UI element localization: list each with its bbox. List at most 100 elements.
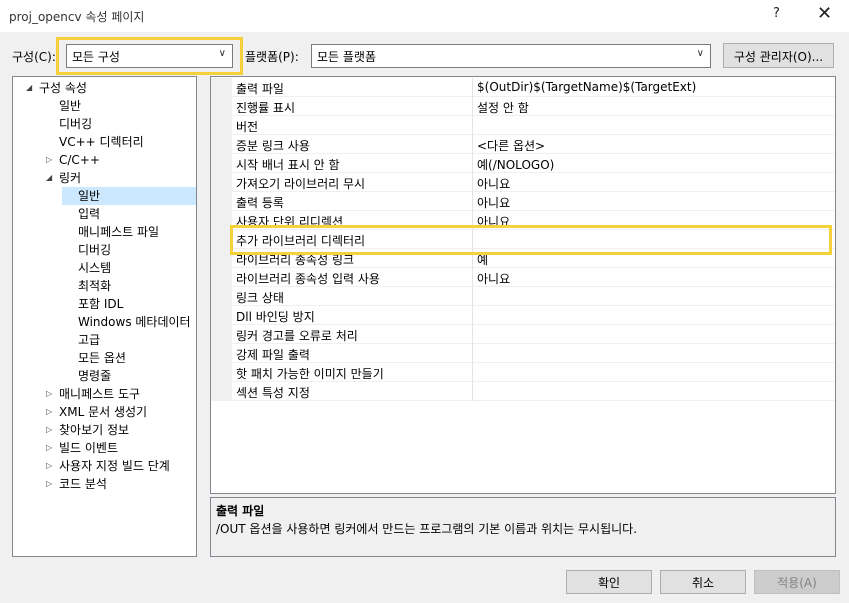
description-panel: 출력 파일 /OUT 옵션을 사용하면 링커에서 만드는 프로그램의 기본 이름… <box>210 497 836 557</box>
property-value[interactable]: 설정 안 함 <box>477 99 529 116</box>
expanded-arrow-icon[interactable]: ◢ <box>26 79 32 97</box>
property-grid[interactable]: 출력 파일 $(OutDir)$(TargetName)$(TargetExt) 진… <box>210 76 836 494</box>
property-row[interactable]: 가져오기 라이브러리 무시 아니요 <box>211 173 835 192</box>
property-row[interactable]: 링커 경고를 오류로 처리 <box>211 325 835 344</box>
property-row[interactable]: Dll 바인딩 방지 <box>211 306 835 325</box>
property-value[interactable]: 아니요 <box>477 194 510 211</box>
column-divider <box>472 249 473 268</box>
property-row[interactable]: 사용자 단위 리디렉션 아니요 <box>211 211 835 230</box>
property-value[interactable]: 아니요 <box>477 213 510 230</box>
row-gutter <box>211 211 232 230</box>
tree-item-label: 명령줄 <box>78 369 112 383</box>
property-name: Dll 바인딩 방지 <box>236 310 315 324</box>
cancel-button[interactable]: 취소 <box>660 570 746 594</box>
tree-item[interactable]: VC++ 디렉터리 <box>13 133 196 151</box>
column-divider <box>472 78 473 97</box>
column-divider <box>472 287 473 306</box>
collapsed-arrow-icon[interactable]: ▷ <box>46 385 52 403</box>
property-name: 출력 등록 <box>236 196 284 210</box>
help-button[interactable]: ? <box>773 6 780 21</box>
row-gutter <box>211 173 232 192</box>
title-bar: proj_opencv 속성 페이지 ? ✕ <box>0 0 849 32</box>
collapsed-arrow-icon[interactable]: ▷ <box>46 151 52 169</box>
config-manager-button[interactable]: 구성 관리자(O)... <box>723 43 834 68</box>
tree-item-label: 일반 <box>59 99 82 113</box>
apply-button[interactable]: 적용(A) <box>754 570 840 594</box>
property-value[interactable]: $(OutDir)$(TargetName)$(TargetExt) <box>477 80 696 94</box>
tree-item[interactable]: ◢ 구성 속성 <box>13 79 196 97</box>
tree-item-label: 빌드 이벤트 <box>59 441 119 455</box>
tree-item-label: 찾아보기 정보 <box>59 423 130 437</box>
collapsed-arrow-icon[interactable]: ▷ <box>46 421 52 439</box>
property-row[interactable]: 증분 링크 사용 <다른 옵션> <box>211 135 835 154</box>
tree-item[interactable]: ▷ XML 문서 생성기 <box>13 403 196 421</box>
property-name: 시작 배너 표시 안 함 <box>236 158 340 172</box>
property-tree[interactable]: ◢ 구성 속성 일반 디버깅 VC++ 디렉터리 ▷ C/C++ ◢ 링커 일반 입력 매니페스트 파… <box>12 76 197 557</box>
tree-item[interactable]: 시스템 <box>13 259 196 277</box>
column-divider <box>472 382 473 401</box>
tree-item[interactable]: 디버깅 <box>13 241 196 259</box>
tree-item[interactable]: 디버깅 <box>13 115 196 133</box>
tree-item[interactable]: ▷ 찾아보기 정보 <box>13 421 196 439</box>
property-value[interactable]: 아니요 <box>477 175 510 192</box>
property-name: 가져오기 라이브러리 무시 <box>236 177 366 191</box>
tree-item[interactable]: ▷ 빌드 이벤트 <box>13 439 196 457</box>
chevron-down-icon: ∨ <box>218 48 226 59</box>
ok-button[interactable]: 확인 <box>566 570 652 594</box>
tree-item[interactable]: ▷ 매니페스트 도구 <box>13 385 196 403</box>
expanded-arrow-icon[interactable]: ◢ <box>46 169 52 187</box>
tree-item[interactable]: 입력 <box>13 205 196 223</box>
tree-item[interactable]: 고급 <box>13 331 196 349</box>
tree-item[interactable]: Windows 메타데이터 <box>13 313 196 331</box>
column-divider <box>472 325 473 344</box>
row-gutter <box>211 363 232 382</box>
property-value[interactable]: <다른 옵션> <box>477 137 545 154</box>
property-value[interactable]: 아니요 <box>477 270 510 287</box>
column-divider <box>472 154 473 173</box>
property-row[interactable]: 진행률 표시 설정 안 함 <box>211 97 835 116</box>
platform-label: 플랫폼(P): <box>245 50 299 64</box>
tree-item[interactable]: ▷ 코드 분석 <box>13 475 196 493</box>
property-row[interactable]: 추가 라이브러리 디렉터리 <box>211 230 835 249</box>
collapsed-arrow-icon[interactable]: ▷ <box>46 475 52 493</box>
tree-item[interactable]: 모든 옵션 <box>13 349 196 367</box>
property-name: 섹션 특성 지정 <box>236 386 310 400</box>
property-row[interactable]: 라이브러리 종속성 링크 예 <box>211 249 835 268</box>
property-row[interactable]: 핫 패치 가능한 이미지 만들기 <box>211 363 835 382</box>
tree-item[interactable]: 일반 <box>62 187 196 205</box>
tree-item[interactable]: ◢ 링커 <box>13 169 196 187</box>
tree-item[interactable]: 명령줄 <box>13 367 196 385</box>
tree-item-label: 일반 <box>78 189 101 203</box>
tree-item[interactable]: 최적화 <box>13 277 196 295</box>
collapsed-arrow-icon[interactable]: ▷ <box>46 403 52 421</box>
property-row[interactable]: 링크 상태 <box>211 287 835 306</box>
tree-item-label: 포함 IDL <box>78 297 124 311</box>
property-name: 링크 상태 <box>236 291 284 305</box>
row-gutter <box>211 382 232 401</box>
property-row[interactable]: 라이브러리 종속성 입력 사용 아니요 <box>211 268 835 287</box>
property-value[interactable]: 예(/NOLOGO) <box>477 156 554 173</box>
tree-item[interactable]: 매니페스트 파일 <box>13 223 196 241</box>
column-divider <box>472 173 473 192</box>
property-value[interactable]: 예 <box>477 251 488 268</box>
tree-item[interactable]: 포함 IDL <box>13 295 196 313</box>
property-row[interactable]: 출력 파일 $(OutDir)$(TargetName)$(TargetExt) <box>211 78 835 97</box>
collapsed-arrow-icon[interactable]: ▷ <box>46 439 52 457</box>
property-row[interactable]: 시작 배너 표시 안 함 예(/NOLOGO) <box>211 154 835 173</box>
tree-item[interactable]: ▷ 사용자 지정 빌드 단계 <box>13 457 196 475</box>
tree-item[interactable]: 일반 <box>13 97 196 115</box>
property-row[interactable]: 강제 파일 출력 <box>211 344 835 363</box>
close-button[interactable]: ✕ <box>817 3 832 24</box>
platform-dropdown[interactable]: 모든 플랫폼 ∨ <box>311 44 711 68</box>
config-dropdown[interactable]: 모든 구성 ∨ <box>66 44 233 68</box>
property-row[interactable]: 섹션 특성 지정 <box>211 382 835 401</box>
tree-item-label: 입력 <box>78 207 101 221</box>
property-row[interactable]: 버전 <box>211 116 835 135</box>
property-row[interactable]: 출력 등록 아니요 <box>211 192 835 211</box>
column-divider <box>472 192 473 211</box>
tree-item-label: XML 문서 생성기 <box>59 405 148 419</box>
collapsed-arrow-icon[interactable]: ▷ <box>46 457 52 475</box>
tree-item-label: Windows 메타데이터 <box>78 315 191 329</box>
column-divider <box>472 306 473 325</box>
tree-item[interactable]: ▷ C/C++ <box>13 151 196 169</box>
